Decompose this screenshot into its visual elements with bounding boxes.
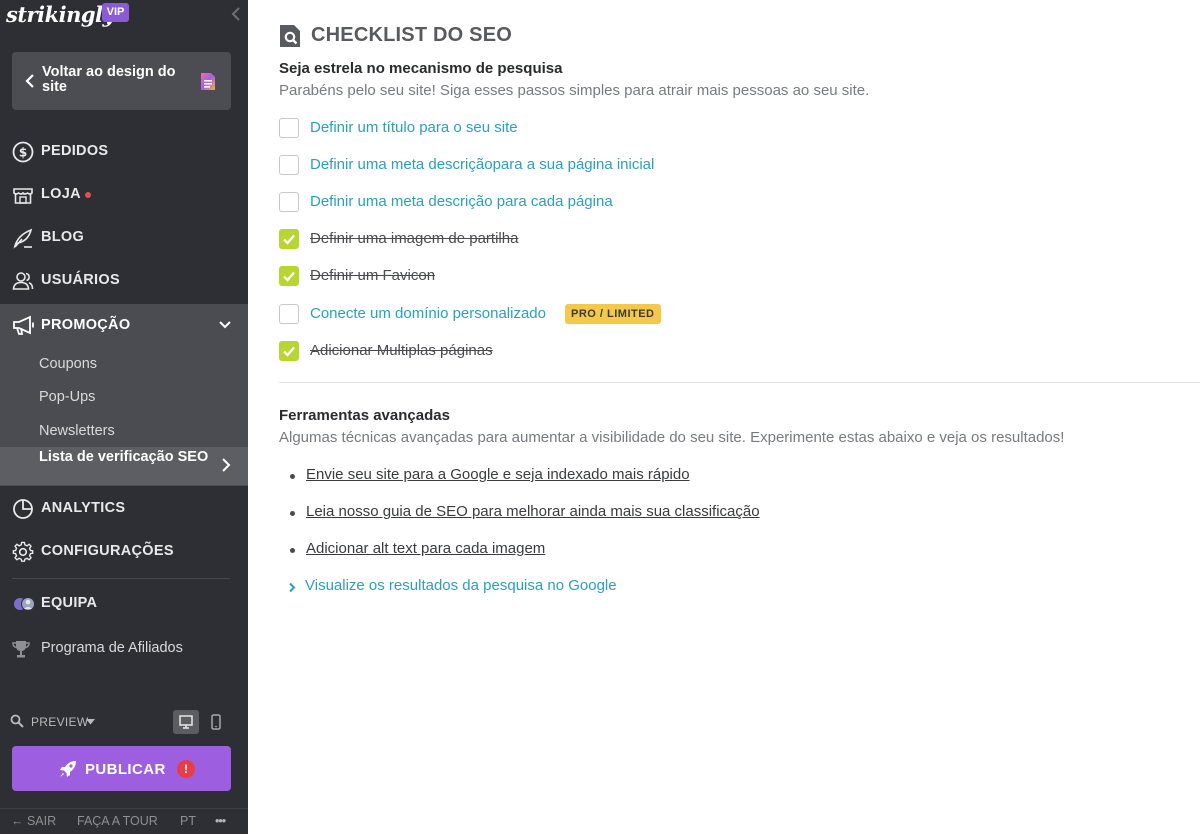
footer-divider xyxy=(0,808,248,809)
publish-button[interactable]: PUBLICAR ! xyxy=(12,746,231,791)
checklist-item-label: Definir uma meta descrição para cada pág… xyxy=(310,193,613,210)
desktop-preview-button[interactable] xyxy=(173,710,199,734)
chevron-down-icon xyxy=(219,321,231,329)
nav-label: USUÁRIOS xyxy=(41,272,120,288)
bullet xyxy=(290,548,295,553)
checkbox[interactable] xyxy=(279,155,299,175)
nav-label: ANALYTICS xyxy=(41,500,126,516)
brand-logo[interactable]: strikingly xyxy=(6,2,115,27)
link-text[interactable]: Envie seu site para a Google e seja inde… xyxy=(306,466,690,483)
affiliate-label: Programa de Afiliados xyxy=(41,640,183,656)
checkbox[interactable] xyxy=(279,192,299,212)
desktop-icon xyxy=(179,715,193,729)
nav-item-analytics[interactable]: ANALYTICS xyxy=(0,487,248,530)
advanced-tools-heading: Ferramentas avançadas xyxy=(279,407,450,424)
sub-item-newsletters[interactable]: Newsletters xyxy=(39,423,115,439)
checkbox[interactable] xyxy=(279,118,299,138)
language-selector[interactable]: PT xyxy=(180,814,196,828)
nav-item-configuracoes[interactable]: CONFIGURAÇÕES xyxy=(0,530,248,573)
nav-item-equipa[interactable]: EQUIPA xyxy=(0,582,248,625)
search-icon xyxy=(10,714,24,728)
nav-item-pedidos[interactable]: $ PEDIDOS xyxy=(0,130,248,173)
collapse-sidebar-icon[interactable] xyxy=(230,5,242,23)
nav-label: EQUIPA xyxy=(41,595,98,611)
caret-down-icon xyxy=(86,719,95,725)
main-content: CHECKLIST DO SEO Seja estrela no mecanis… xyxy=(248,0,1200,834)
seo-section-subtitle: Parabéns pelo seu site! Siga esses passo… xyxy=(279,82,870,99)
sub-item-coupons[interactable]: Coupons xyxy=(39,356,97,372)
publish-alert-icon: ! xyxy=(177,760,195,778)
checkmark-icon xyxy=(283,271,295,282)
users-icon xyxy=(12,272,34,290)
nav-label: CONFIGURAÇÕES xyxy=(41,543,174,559)
checkbox[interactable] xyxy=(279,266,299,286)
nav-label: PROMOÇÃO xyxy=(41,317,131,333)
sub-item-seo-checklist[interactable]: Lista de verificação SEO xyxy=(0,447,248,485)
bullet xyxy=(290,474,295,479)
chevron-right-icon xyxy=(289,582,296,593)
checkmark-icon xyxy=(283,346,295,357)
notification-dot xyxy=(85,192,91,198)
checkmark-icon xyxy=(283,234,295,245)
exit-link[interactable]: ← SAIR xyxy=(11,814,56,828)
nav-item-usuarios[interactable]: USUÁRIOS xyxy=(0,259,248,302)
take-tour-link[interactable]: FAÇA A TOUR xyxy=(77,814,158,828)
sidebar: strikingly VIP Voltar ao design do site … xyxy=(0,0,248,834)
advanced-tools-subtitle: Algumas técnicas avançadas para aumentar… xyxy=(279,429,1065,446)
nav-item-loja[interactable]: LOJA xyxy=(0,173,248,216)
checklist-item-label: Definir um título para o seu site xyxy=(310,119,518,136)
nav-label: LOJA xyxy=(41,186,81,202)
google-preview-label: Visualize os resultados da pesquisa no G… xyxy=(305,577,617,594)
pro-limited-badge: PRO / LIMITED xyxy=(565,304,661,324)
sub-item-label: Lista de verificação SEO xyxy=(39,449,209,465)
dollar-circle-icon: $ xyxy=(12,141,34,163)
chevron-right-icon xyxy=(222,458,231,472)
seo-search-icon xyxy=(280,25,300,47)
back-to-design-label: Voltar ao design do site xyxy=(42,64,176,95)
pie-chart-icon xyxy=(13,499,33,519)
promotion-section: PROMOÇÃO Coupons Pop-Ups Newsletters Lis… xyxy=(0,304,248,486)
store-icon xyxy=(13,188,33,204)
nav-item-blog[interactable]: BLOG xyxy=(0,216,248,259)
checklist-item-label: Definir uma imagem de partilha xyxy=(310,230,519,247)
quill-icon xyxy=(13,228,33,249)
team-avatars-icon xyxy=(13,597,35,611)
link-text[interactable]: Adicionar alt text para cada imagem xyxy=(306,540,545,557)
mobile-icon xyxy=(211,714,221,730)
trophy-icon xyxy=(12,641,30,658)
seo-section-heading: Seja estrela no mecanismo de pesquisa xyxy=(279,60,563,77)
svg-text:$: $ xyxy=(19,146,27,160)
link-text[interactable]: Leia nosso guia de SEO para melhorar ain… xyxy=(306,503,760,520)
chevron-left-icon xyxy=(25,74,34,88)
gear-icon xyxy=(12,541,34,562)
nav-label: PEDIDOS xyxy=(41,143,109,159)
vip-badge: VIP xyxy=(102,3,129,22)
checklist-item-label: Definir uma meta descriçãopara a sua pág… xyxy=(310,156,655,173)
sidebar-divider xyxy=(12,578,230,579)
checkbox[interactable] xyxy=(279,229,299,249)
checkbox[interactable] xyxy=(279,341,299,361)
mobile-preview-button[interactable] xyxy=(206,710,226,734)
page-title: CHECKLIST DO SEO xyxy=(311,24,512,46)
page-design-icon xyxy=(201,73,215,90)
publish-label: PUBLICAR xyxy=(85,761,166,778)
nav-label: BLOG xyxy=(41,229,85,245)
affiliate-program-link[interactable]: Programa de Afiliados xyxy=(0,628,248,668)
nav-item-promocao[interactable]: PROMOÇÃO xyxy=(0,304,248,345)
checklist-item-label: Definir um Favicon xyxy=(310,267,436,284)
checklist-item-label: Adicionar Multiplas páginas xyxy=(310,342,493,359)
more-options-button[interactable]: ••• xyxy=(215,814,226,828)
section-divider xyxy=(279,382,1200,383)
sub-item-popups[interactable]: Pop-Ups xyxy=(39,389,95,405)
bullet xyxy=(290,511,295,516)
back-to-design-button[interactable]: Voltar ao design do site xyxy=(12,52,231,110)
preview-label: PREVIEW xyxy=(31,715,89,729)
rocket-icon xyxy=(60,761,76,777)
megaphone-icon xyxy=(13,315,34,335)
checkbox[interactable] xyxy=(279,304,299,324)
checklist-item-label: Conecte um domínio personalizado xyxy=(310,305,546,322)
